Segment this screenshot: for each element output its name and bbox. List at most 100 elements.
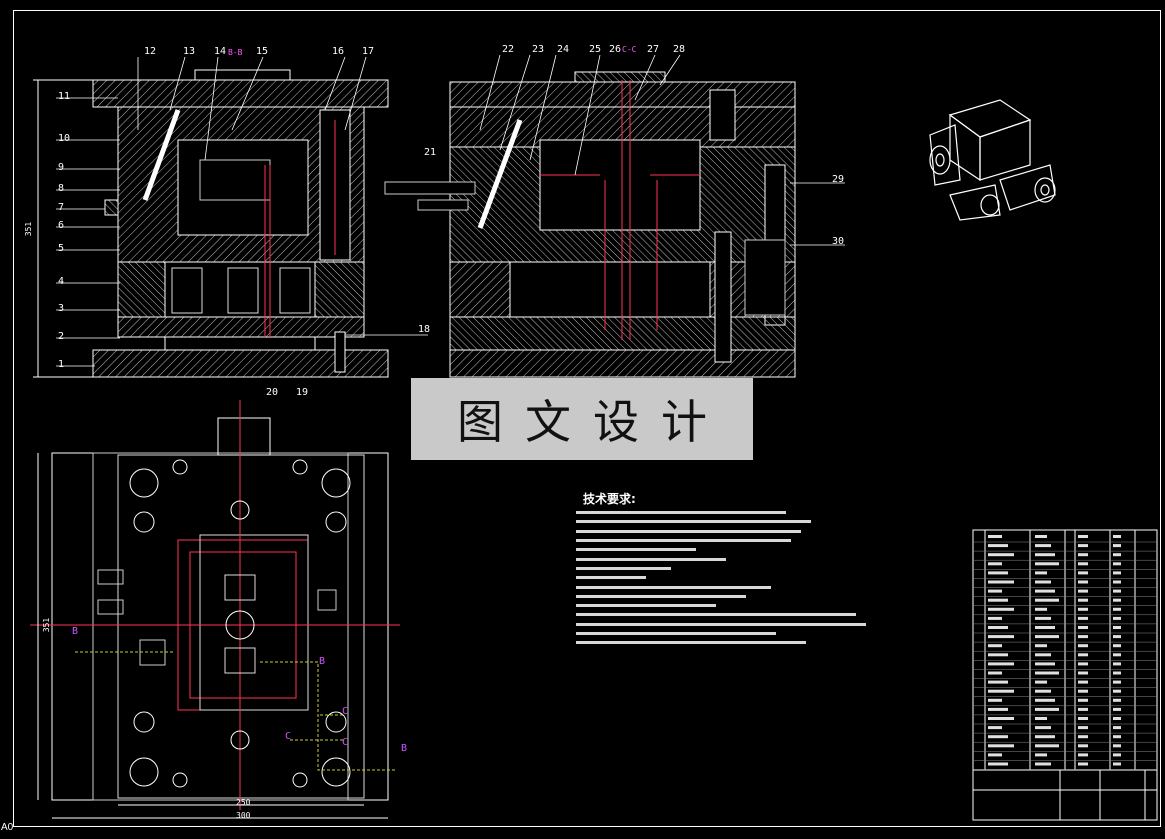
parts-list-cell (1113, 562, 1121, 566)
section-view-bb (92, 69, 389, 378)
parts-list-cell (1035, 726, 1051, 730)
parts-list-cell (1035, 671, 1059, 675)
parts-list-cell (988, 598, 1008, 602)
parts-list-cell (988, 753, 1002, 757)
part-label-16: 16 (332, 46, 345, 57)
parts-list-cell (1078, 626, 1088, 629)
part-label-27: 27 (647, 44, 660, 55)
parts-list-cell (1113, 589, 1121, 593)
parts-list-cell (1078, 717, 1088, 720)
section-letter-b-mid: B (319, 656, 326, 667)
part-label-4: 4 (58, 276, 65, 287)
part-label-30: 30 (832, 236, 845, 247)
parts-list-cell (988, 717, 1014, 720)
parts-list-cell (988, 626, 1008, 629)
parts-list-cell (1113, 680, 1121, 684)
part-isometric-view (929, 99, 1056, 221)
parts-list-cell (1078, 544, 1088, 548)
part-label-3: 3 (58, 303, 65, 314)
tech-requirements-text (576, 508, 876, 647)
parts-list-cell (1035, 662, 1055, 666)
part-label-29: 29 (832, 174, 845, 185)
parts-list-cell (988, 589, 1002, 593)
part-label-13: 13 (183, 46, 196, 57)
parts-list-cell (1078, 680, 1088, 684)
parts-list-cell (1035, 698, 1055, 702)
parts-list-cell (1035, 635, 1059, 639)
parts-list-cell (1078, 744, 1088, 748)
part-label-26: 26 (609, 44, 622, 55)
parts-list-cell (988, 635, 1014, 639)
part-label-7: 7 (58, 202, 65, 213)
parts-list-cell (1113, 753, 1121, 757)
parts-list-cell (988, 553, 1014, 557)
parts-list-cell (1078, 735, 1088, 739)
parts-list-cell (1113, 544, 1121, 548)
parts-list-cell (1113, 626, 1121, 629)
section-letter-c-low: C (285, 731, 292, 742)
part-label-5: 5 (58, 243, 65, 254)
parts-list-cell (1113, 698, 1121, 702)
parts-list-cell (1078, 644, 1088, 648)
parts-list-cell (988, 544, 1008, 548)
part-label-20: 20 (266, 387, 279, 398)
parts-list-cell (1113, 635, 1121, 639)
parts-list-cell (1078, 698, 1088, 702)
parts-list-cell (988, 571, 1008, 575)
parts-list-cell (1113, 616, 1121, 620)
parts-list-cell (1113, 707, 1121, 711)
parts-list-cell (988, 735, 1008, 739)
parts-list-cell (1078, 589, 1088, 593)
parts-list-cell (988, 616, 1002, 620)
parts-list-cell (1035, 644, 1047, 648)
parts-list-cell (1078, 635, 1088, 639)
parts-list-cell (1035, 616, 1051, 620)
parts-list-cell (988, 535, 1002, 538)
part-label-19: 19 (296, 387, 309, 398)
part-label-17: 17 (362, 46, 375, 57)
part-label-28: 28 (673, 44, 686, 55)
parts-list-cell (1113, 689, 1121, 693)
parts-list-cell (1113, 717, 1121, 720)
parts-list-cell (1113, 553, 1121, 557)
parts-list-cell (1113, 607, 1121, 611)
parts-list-cell (988, 644, 1002, 648)
parts-list-cell (988, 744, 1014, 748)
parts-list-cell (1078, 707, 1088, 711)
part-label-9: 9 (58, 162, 65, 173)
parts-list-cell (1078, 762, 1088, 766)
parts-list-cell (1035, 626, 1055, 629)
parts-list-cell (1035, 744, 1059, 748)
parts-list-cell (1078, 726, 1088, 730)
section-letter-b-left: B (72, 626, 79, 637)
part-label-18: 18 (418, 324, 431, 335)
parts-list-cell (1035, 571, 1047, 575)
parts-list-cell (1078, 562, 1088, 566)
watermark-text: 图文设计 (457, 395, 729, 449)
parts-list-cell (1113, 762, 1121, 766)
parts-list-cell (1078, 616, 1088, 620)
parts-list-cell (1113, 644, 1121, 648)
parts-list-cell (1035, 653, 1051, 657)
parts-list-cell (988, 653, 1008, 657)
parts-list-cell (1035, 553, 1055, 557)
parts-list-cell (1078, 535, 1088, 538)
parts-list-cell (1113, 598, 1121, 602)
part-label-6: 6 (58, 220, 65, 231)
parts-list-cell (988, 607, 1014, 611)
parts-list-cell (988, 726, 1002, 730)
part-label-24: 24 (557, 44, 570, 55)
parts-list-cell (1035, 753, 1047, 757)
parts-list-cell (1078, 607, 1088, 611)
cad-drawing-sheet: 11 10 9 8 7 6 5 4 3 2 1 12 13 14 B-B 15 … (0, 0, 1165, 839)
parts-list-cell (1078, 753, 1088, 757)
parts-list-cell (1078, 662, 1088, 666)
sheet-size-mark: A0 (1, 822, 14, 833)
parts-list-cell (1035, 598, 1059, 602)
section-mark-bb: B-B (228, 48, 243, 57)
section-mark-cc: C-C (622, 45, 637, 54)
dimension-width-outer: 300 (236, 811, 251, 820)
parts-list-cell (1035, 544, 1051, 548)
parts-list-cell (1035, 580, 1051, 584)
parts-list-cell (1035, 562, 1059, 566)
